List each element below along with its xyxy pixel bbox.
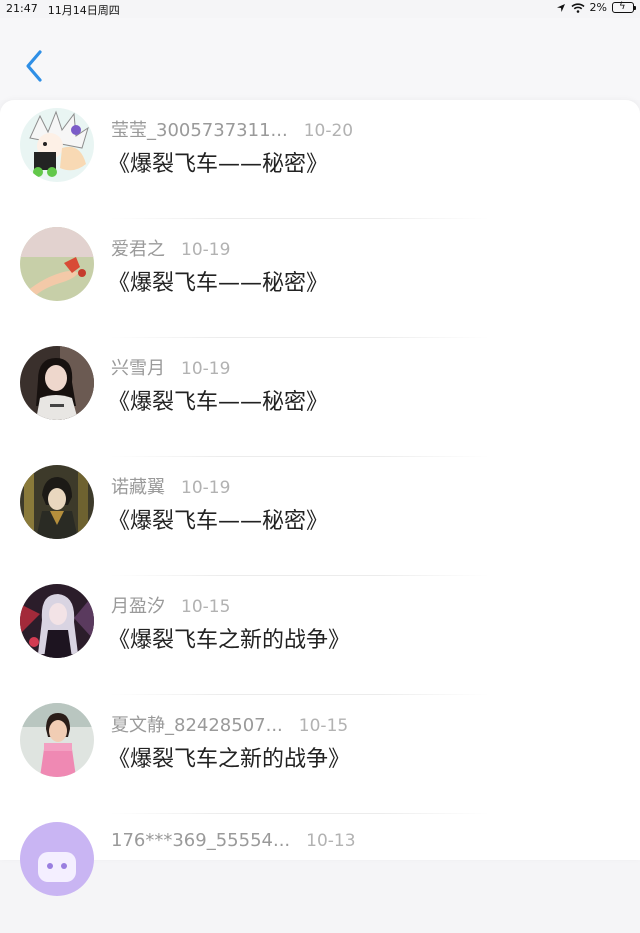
location-arrow-icon <box>556 3 565 12</box>
anime-boy-avatar[interactable] <box>20 465 94 539</box>
hand-flower-avatar[interactable] <box>20 227 94 301</box>
default-purple-avatar[interactable] <box>20 822 94 896</box>
charging-bolt-icon: ϟ <box>619 1 626 12</box>
user-name: 莹莹_3005737311... <box>111 120 288 141</box>
item-meta: 176***369_55554... 10-13 <box>111 830 356 851</box>
girl-photo-avatar[interactable] <box>20 346 94 420</box>
back-button[interactable] <box>22 48 48 84</box>
chevron-left-icon <box>26 50 42 82</box>
list-item[interactable]: 176***369_55554... 10-13 <box>0 814 640 933</box>
item-date: 10-19 <box>181 478 231 498</box>
status-left: 21:47 11月14日周四 <box>6 2 120 18</box>
record-list: 莹莹_3005737311... 10-20 《爆裂飞车——秘密》 爱君之 10… <box>0 100 640 896</box>
item-meta: 月盈汐 10-15 <box>111 592 230 618</box>
anime-girl-avatar[interactable] <box>20 584 94 658</box>
item-title: 《爆裂飞车——秘密》 <box>108 390 329 415</box>
item-title: 《爆裂飞车之新的战争》 <box>108 747 351 772</box>
header <box>0 18 640 100</box>
list-item[interactable]: 爱君之 10-19 《爆裂飞车——秘密》 <box>0 219 640 338</box>
item-date: 10-15 <box>298 716 349 736</box>
battery-icon: ϟ <box>612 1 636 13</box>
list-item[interactable]: 夏文静_82428507... 10-15 《爆裂飞车之新的战争》 <box>0 695 640 814</box>
cartoon-avatar[interactable] <box>20 108 94 182</box>
status-date: 11月14日周四 <box>47 4 120 17</box>
item-meta: 诺藏翼 10-19 <box>111 473 230 499</box>
item-title: 《爆裂飞车——秘密》 <box>108 152 329 177</box>
user-name: 诺藏翼 <box>111 477 165 498</box>
user-name: 月盈汐 <box>111 596 165 617</box>
item-meta: 爱君之 10-19 <box>111 235 230 261</box>
user-name: 兴雪月 <box>111 358 165 379</box>
user-name: 夏文静_82428507... <box>111 715 283 736</box>
item-meta: 莹莹_3005737311... 10-20 <box>111 116 353 142</box>
item-title: 《爆裂飞车之新的战争》 <box>108 628 351 653</box>
battery-percent: 2% <box>589 1 607 14</box>
list-item[interactable]: 诺藏翼 10-19 《爆裂飞车——秘密》 <box>0 457 640 576</box>
item-date: 10-15 <box>181 597 231 617</box>
item-date: 10-19 <box>181 240 231 260</box>
list-item[interactable]: 月盈汐 10-15 《爆裂飞车之新的战争》 <box>0 576 640 695</box>
status-time: 21:47 <box>6 2 38 15</box>
user-name: 176***369_55554... <box>111 830 291 851</box>
item-date: 10-20 <box>303 121 354 141</box>
list-item[interactable]: 莹莹_3005737311... 10-20 《爆裂飞车——秘密》 <box>0 100 640 219</box>
item-meta: 夏文静_82428507... 10-15 <box>111 711 348 737</box>
wifi-icon <box>571 2 585 13</box>
item-date: 10-13 <box>306 831 356 851</box>
status-bar: 21:47 11月14日周四 2% ϟ <box>0 0 640 18</box>
user-name: 爱君之 <box>111 239 165 260</box>
status-right: 2% ϟ <box>556 1 636 14</box>
list-item[interactable]: 兴雪月 10-19 《爆裂飞车——秘密》 <box>0 338 640 457</box>
item-meta: 兴雪月 10-19 <box>111 354 230 380</box>
item-title: 《爆裂飞车——秘密》 <box>108 271 329 296</box>
item-date: 10-19 <box>181 359 231 379</box>
item-title: 《爆裂飞车——秘密》 <box>108 509 329 534</box>
child-photo-avatar[interactable] <box>20 703 94 777</box>
